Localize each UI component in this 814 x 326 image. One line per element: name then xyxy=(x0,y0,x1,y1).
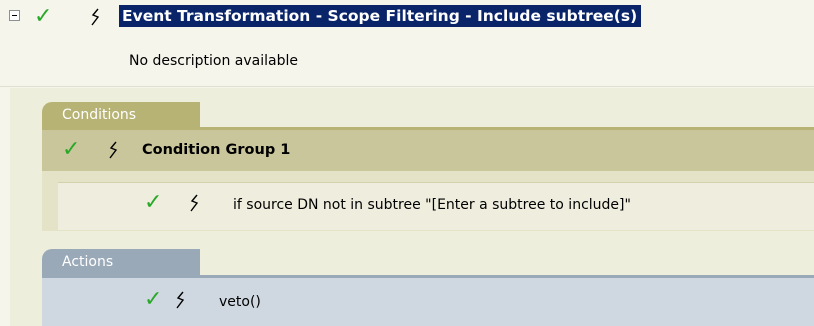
check-icon[interactable]: ✓ xyxy=(144,289,162,311)
tab-actions[interactable]: Actions xyxy=(42,249,200,275)
lightning-icon[interactable] xyxy=(175,291,187,309)
condition-row[interactable]: ✓ if source DN not in subtree "[Enter a … xyxy=(58,182,814,230)
tab-conditions[interactable]: Conditions xyxy=(42,102,200,128)
lightning-icon[interactable] xyxy=(108,141,120,159)
lightning-icon[interactable] xyxy=(90,8,102,26)
condition-group-label: Condition Group 1 xyxy=(142,142,291,158)
action-row[interactable]: ✓ veto() xyxy=(42,278,814,326)
check-icon[interactable]: ✓ xyxy=(144,192,162,214)
rule-title[interactable]: Event Transformation - Scope Filtering -… xyxy=(119,5,642,27)
condition-text: if source DN not in subtree "[Enter a su… xyxy=(233,197,631,213)
check-icon[interactable]: ✓ xyxy=(62,139,80,161)
divider xyxy=(0,86,814,87)
rule-description: No description available xyxy=(129,53,298,69)
action-text: veto() xyxy=(219,294,261,310)
enabled-check-icon[interactable]: ✓ xyxy=(34,6,52,28)
lightning-icon[interactable] xyxy=(189,194,201,212)
condition-group-row[interactable]: ✓ Condition Group 1 xyxy=(42,130,814,171)
collapse-toggle-icon[interactable] xyxy=(9,10,20,21)
